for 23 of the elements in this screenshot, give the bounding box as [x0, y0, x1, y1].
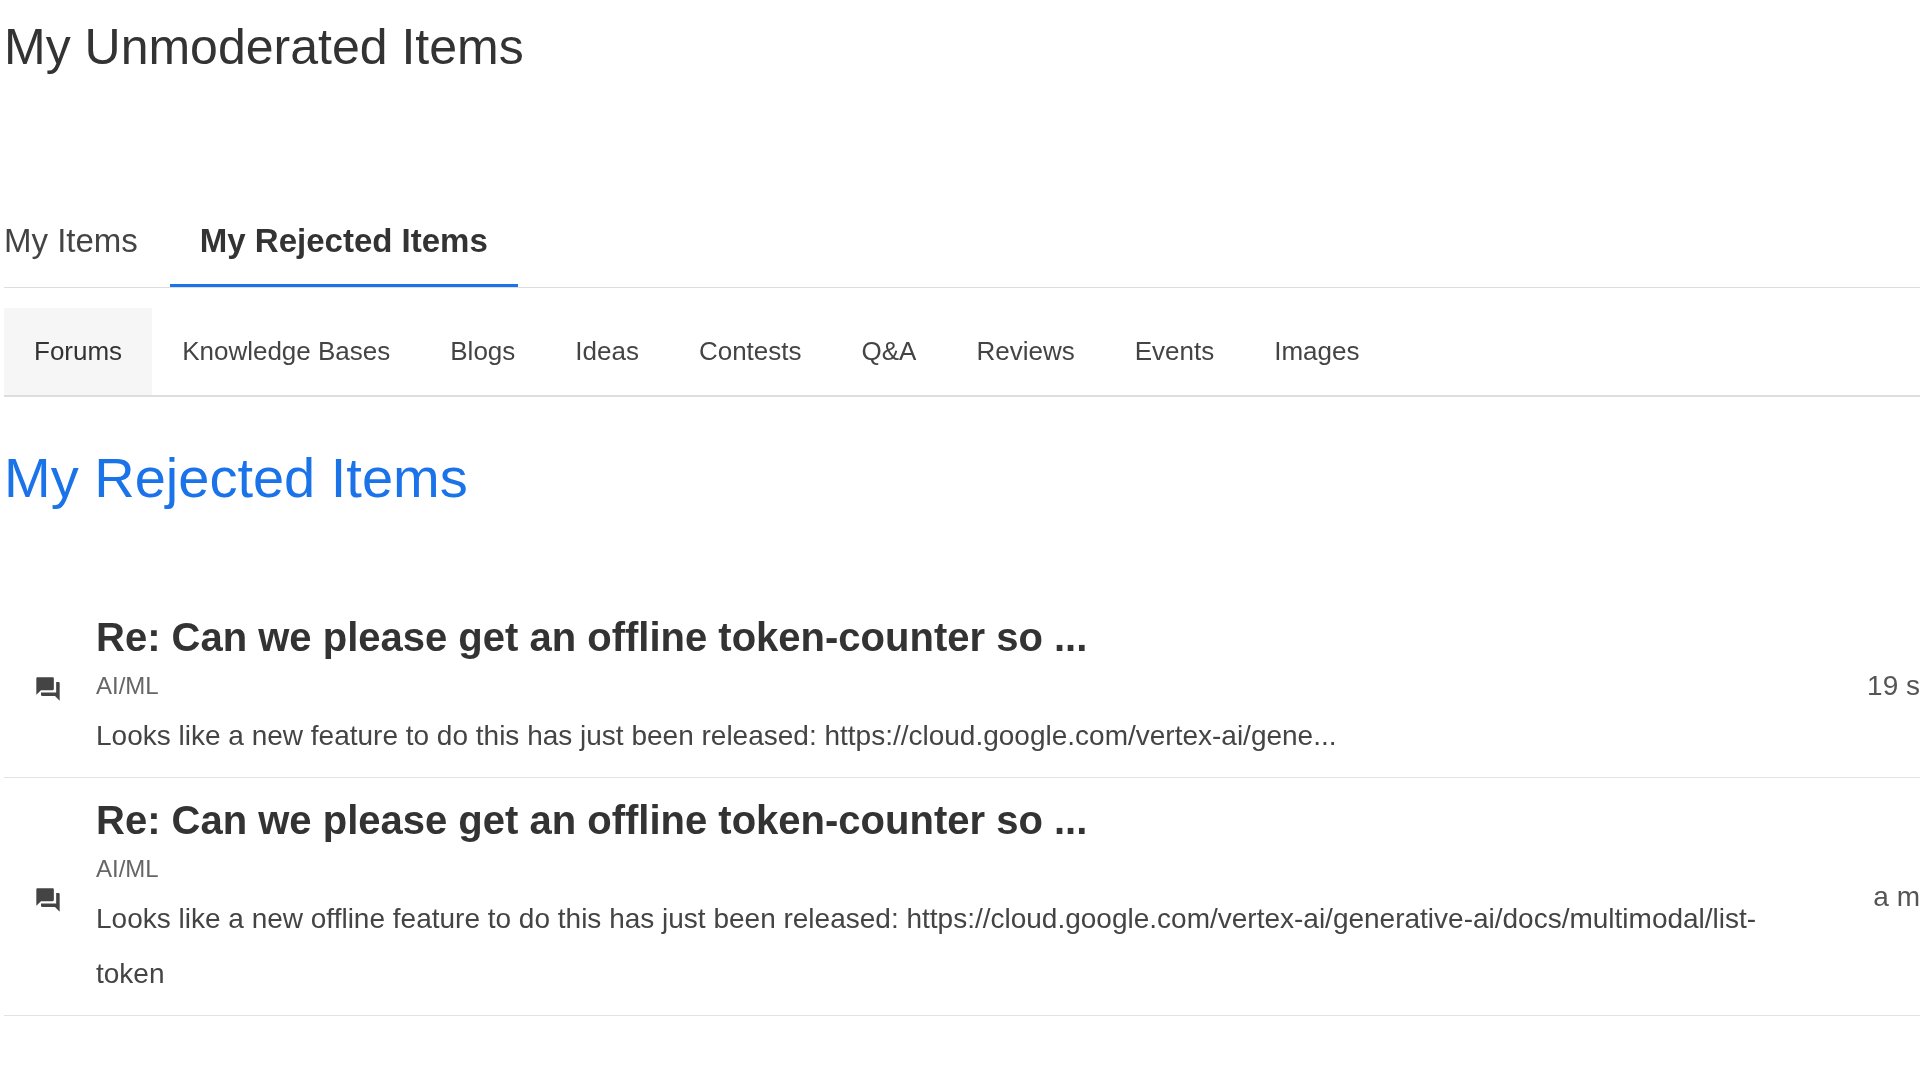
category-tab[interactable]: Ideas: [545, 308, 669, 395]
item-time: 19 s: [1867, 670, 1920, 702]
item-snippet: Looks like a new offline feature to do this has just been released: https://cloud.google.com/vertex-ai/generative-ai/docs/multimodal/list-token: [96, 902, 1758, 991]
category-tab[interactable]: Contests: [668, 308, 832, 395]
category-tab[interactable]: Forums: [4, 308, 153, 395]
category-tab[interactable]: Events: [1104, 308, 1245, 395]
item-time: a m: [1873, 880, 1920, 913]
item-title-link[interactable]: Re: Can we please get an offline token-counter so ...: [96, 615, 1796, 660]
category-tab[interactable]: Knowledge Bases: [152, 308, 421, 395]
category-tab[interactable]: Images: [1244, 308, 1390, 395]
category-tab[interactable]: Reviews: [946, 308, 1105, 395]
tab[interactable]: My Items: [4, 200, 168, 287]
category-tab[interactable]: Q&A: [831, 308, 947, 395]
item-category: AI/ML: [96, 672, 159, 700]
section-title: My Rejected Items: [4, 445, 469, 511]
page-title: My Unmoderated Items: [4, 18, 525, 77]
category-tab[interactable]: Blogs: [420, 308, 546, 395]
item-snippet: Looks like a new feature to do this has just been released: https://cloud.google.com/vertex-ai/gene...: [96, 719, 1337, 753]
item-title-link[interactable]: Re: Can we please get an offline token-counter so ...: [96, 798, 1796, 843]
item-category: AI/ML: [96, 855, 159, 883]
tab[interactable]: My Rejected Items: [169, 200, 518, 287]
chat-icon: [34, 885, 62, 914]
chat-icon: [34, 675, 62, 703]
